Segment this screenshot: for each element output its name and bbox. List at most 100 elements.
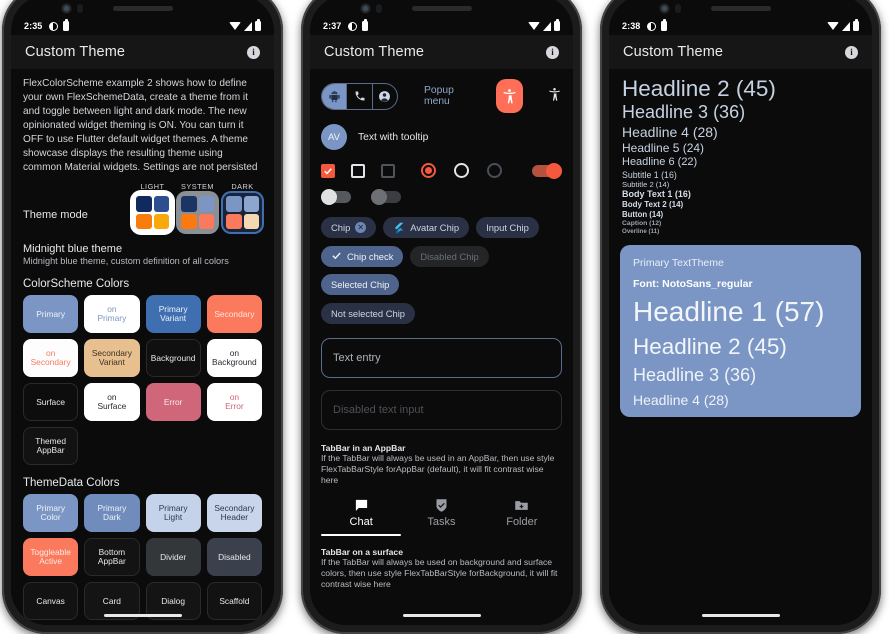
tooltip-row: AV Text with tooltip [310,124,573,150]
theme-color-cell [198,213,214,230]
info-icon[interactable]: i [845,45,858,59]
radio-selected[interactable] [421,163,454,178]
typography-sample: Button (14) [622,210,664,220]
chip-avatar-chip[interactable]: Avatar Chip [383,217,470,238]
tabbar-surface-desc: If the TabBar will always be used on bac… [321,556,558,589]
phone-1-notch [11,0,274,21]
radio-unselected[interactable] [454,163,487,178]
tooltip-text[interactable]: Text with tooltip [358,132,428,143]
color-swatch: on Error [206,383,262,422]
theme-color-cell [198,196,214,212]
chip-input-chip[interactable]: Input Chip [476,217,539,238]
info-icon[interactable]: i [546,45,559,59]
wifi-icon [229,22,241,30]
primary-typography-sample: Headline 1 (57) [633,295,825,327]
switch-disabled [371,189,401,205]
typography-sample: Body Text 1 (16) [622,189,691,200]
color-swatch: Primary Light [145,494,201,533]
app-bar-1: Custom Theme i [11,35,274,69]
typography-sample: Caption (12) [622,219,662,227]
tasks-shield-icon [436,498,447,512]
checkbox-disabled [381,163,421,178]
phone-2-screen: 2:37 Custom Theme i Popup menu AV Text w… [310,0,573,625]
chip-row-1: Chip ✕ Avatar Chip Input Chip [310,217,573,238]
phone-1-screen: 2:35 Custom Theme i FlexColorScheme exam… [11,0,274,625]
chip-chip[interactable]: Chip ✕ [321,217,377,238]
primary-texttheme-card: Primary TextTheme Font: NotoSans_regular… [620,244,861,417]
folder-add-icon [515,500,529,510]
page-title: Custom Theme [324,44,425,60]
sensor-icon [77,4,83,13]
primary-typography-sample: Headline 3 (36) [633,365,757,386]
tab-folder[interactable]: Folder [482,493,562,536]
avatar[interactable]: AV [321,124,347,150]
color-swatch: Toggleable Active [23,538,79,577]
primary-texttheme-title: Primary TextTheme [633,256,724,269]
theme-mode-option-light[interactable]: LIGHT [133,182,172,233]
popup-menu-label[interactable]: Popup menu [424,85,470,107]
floating-action-button[interactable] [496,79,523,113]
phone-device-2: 2:37 Custom Theme i Popup menu AV Text w… [301,0,582,634]
battery-icon [554,19,560,31]
color-swatch: on Secondary [23,339,79,378]
chip-disabled-chip: Disabled Chip [410,246,489,267]
sensor-icon [675,4,681,13]
intro-text: FlexColorScheme example 2 shows how to d… [23,78,258,173]
theme-mode-option-system[interactable]: SYSTEM [178,182,217,233]
earpiece-speaker [411,6,472,11]
checkbox-checked[interactable] [321,163,351,178]
theme-mode-label: Theme mode [23,209,88,222]
theme-mode-preview[interactable] [178,193,217,233]
theme-mode-preview[interactable] [223,193,262,233]
radio-disabled [487,163,520,178]
theme-color-cell [136,213,152,230]
chip-selected-chip[interactable]: Selected Chip [321,274,400,295]
phone-2-content[interactable]: Popup menu AV Text with tooltip Chip ✕ A… [310,69,573,625]
segment-android-icon[interactable] [322,83,347,109]
app-bar-3: Custom Theme i [609,35,872,69]
color-swatch: Divider [145,538,201,577]
phone-3-content[interactable]: Headline 2 (45) Headline 3 (36) Headline 4… [609,69,872,625]
color-swatch: Bottom AppBar [84,538,140,577]
info-icon[interactable]: i [247,45,260,59]
segment-phone-icon[interactable] [346,83,371,109]
checkbox-unchecked[interactable] [351,163,381,178]
sim-icon [362,19,369,31]
theme-mode-caption: SYSTEM [180,182,214,192]
color-swatch: Canvas [23,582,79,621]
color-swatch: Error [145,383,201,422]
text-entry-placeholder: Text entry [333,352,381,364]
tab-tasks[interactable]: Tasks [401,493,481,536]
typography-sample: Subtitle 2 (14) [622,180,670,190]
chip-chip-check[interactable]: Chip check [321,246,404,267]
status-time: 2:35 [24,21,43,31]
color-swatch: Secondary [206,295,262,334]
tab-chat[interactable]: Chat [321,493,402,536]
switch-off[interactable] [321,189,351,205]
signal-icon [543,21,551,31]
accessibility-icon-plain[interactable] [547,87,562,106]
typography-sample: Body Text 2 (14) [622,200,684,210]
themedata-swatch-grid: Primary Color Primary Dark Primary Light Secon… [11,494,274,621]
phone-1-content[interactable]: FlexColorScheme example 2 shows how to d… [11,69,274,625]
segment-account-icon[interactable] [371,83,397,109]
close-icon[interactable]: ✕ [355,222,367,233]
phone-device-1: 2:35 Custom Theme i FlexColorScheme exam… [2,0,283,634]
do-not-disturb-icon [49,21,59,31]
tab-label: Tasks [427,515,456,528]
do-not-disturb-icon [647,21,657,31]
primary-texttheme-font: Font: NotoSans_regular [633,277,753,290]
chip-not-selected-chip[interactable]: Not selected Chip [321,303,415,324]
theme-mode-option-dark[interactable]: DARK [223,182,262,233]
segmented-button[interactable] [321,82,399,110]
scheme-subtitle: Midnight blue theme, custom definition o… [23,256,229,267]
theme-color-cell [226,196,242,212]
theme-mode-preview[interactable] [133,193,172,233]
front-camera-icon [360,3,371,14]
text-entry-field[interactable]: Text entry [321,338,562,378]
typography-sample: Headline 6 (22) [622,156,698,169]
phone-3-screen: 2:38 Custom Theme i Headline 2 (45)Head [609,0,872,625]
accessibility-icon [503,88,516,104]
switch-on[interactable] [520,162,562,179]
sim-icon [661,19,668,31]
